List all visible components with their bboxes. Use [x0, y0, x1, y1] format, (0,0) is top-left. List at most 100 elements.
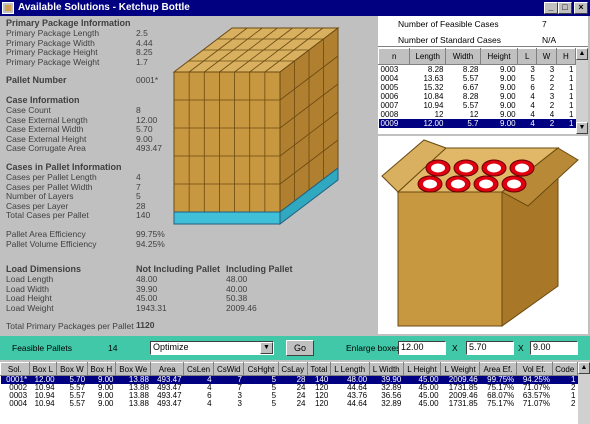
- cases-grid-cell: 9.00: [500, 101, 516, 110]
- x-separator-2: X: [518, 343, 524, 353]
- app-icon[interactable]: [2, 2, 14, 14]
- enlarge-height-input[interactable]: 9.00: [530, 341, 578, 355]
- cases-grid-cell: 10.84: [423, 92, 444, 101]
- solutions-column-header[interactable]: CsLay: [277, 362, 308, 376]
- cases-grid-cell: 1: [569, 83, 574, 92]
- solutions-column-header[interactable]: Vol Ef.: [515, 362, 553, 376]
- case-info-label: Case Corrugate Area: [6, 143, 86, 153]
- minimize-button[interactable]: _: [544, 2, 558, 14]
- main-window: Available Solutions - Ketchup Bottle _ □…: [0, 0, 590, 424]
- case-illustration: [378, 136, 588, 334]
- load-dimension-label: Load Weight: [6, 302, 54, 313]
- solutions-column-header[interactable]: Box W: [56, 362, 88, 376]
- solutions-column-header[interactable]: Code: [551, 362, 578, 376]
- cases-grid-cell: 8.28: [462, 92, 479, 101]
- cases-grid-cell: 9.00: [500, 83, 516, 92]
- bottle-cap: [487, 163, 501, 173]
- solutions-column-header[interactable]: CsWid: [213, 362, 245, 376]
- cases-grid-cell: 5: [530, 74, 535, 83]
- feasible-cases-value: 7: [542, 19, 547, 29]
- optimize-dropdown[interactable]: Optimize ▼: [150, 341, 274, 355]
- load-dimension-label: Load Height: [6, 293, 52, 303]
- solutions-cell: 71.07%: [522, 399, 550, 408]
- solutions-column-header[interactable]: Area Ef.: [479, 362, 517, 376]
- cases-column-header[interactable]: Height: [479, 48, 519, 65]
- case-info-label: Case Count: [6, 105, 51, 115]
- cases-grid-cell: 0007: [380, 101, 399, 110]
- solutions-row[interactable]: 0004 10.94 5.57 9.00 13.88 493.47 4 3 5 24 120 44.6…: [1, 400, 578, 408]
- pallet-efficiency-value: 99.75%: [136, 229, 165, 239]
- case-summary: Number of Feasible Cases 7 Number of Sta…: [378, 16, 588, 47]
- cases-column-header[interactable]: Width: [444, 48, 481, 65]
- cases-column-header[interactable]: Length: [409, 48, 446, 65]
- solutions-column-header[interactable]: Box We: [115, 362, 152, 376]
- scroll-up-button[interactable]: ▲: [576, 48, 588, 60]
- pallet-efficiency-value: 94.25%: [136, 238, 165, 249]
- cases-grid-row[interactable]: 0006 10.84 8.28 9.00 4 3 1: [379, 92, 576, 101]
- solutions-column-header[interactable]: L Width: [368, 362, 404, 376]
- solutions-column-header[interactable]: Sol.: [0, 362, 30, 376]
- solutions-column-header[interactable]: Area: [150, 362, 185, 376]
- cases-grid-cell: 0005: [380, 83, 399, 92]
- bottle-cap: [515, 163, 529, 173]
- cases-grid-cell: 9.00: [500, 119, 516, 128]
- solutions-column-header[interactable]: Box L: [28, 362, 58, 376]
- cases-grid-row[interactable]: 0008 12 12 9.00 4 4 1: [379, 110, 576, 119]
- total-primary-label: Total Primary Packages per Pallet: [6, 321, 134, 331]
- enlarge-width-input[interactable]: 5.70: [466, 341, 514, 355]
- go-button[interactable]: Go: [286, 340, 314, 356]
- cases-grid-row[interactable]: 0007 10.94 5.57 9.00 4 2 1: [379, 101, 576, 110]
- cases-column-header[interactable]: H: [555, 48, 576, 65]
- enlarge-length-input[interactable]: 12.00: [398, 341, 446, 355]
- solutions-cell: 4: [207, 399, 212, 408]
- cases-grid[interactable]: n Length Width Height L W H 0003 8.28 8.28 9.00 3 3 1…: [378, 48, 576, 134]
- scroll-down-button[interactable]: ▼: [576, 122, 588, 134]
- solutions-column-header[interactable]: CsLen: [183, 362, 215, 376]
- primary-package-value: 8.25: [136, 47, 153, 57]
- primary-package-value: 1.7: [136, 56, 148, 67]
- solutions-cell: 10.94: [34, 399, 55, 408]
- cases-in-pallet-label: Number of Layers: [6, 191, 74, 201]
- cases-grid-cell: 4: [530, 119, 535, 128]
- x-separator-1: X: [452, 343, 458, 353]
- cases-scrollbar[interactable]: ▲ ▼: [576, 48, 588, 134]
- maximize-button[interactable]: □: [558, 2, 572, 14]
- cases-column-header[interactable]: n: [378, 48, 411, 65]
- cases-grid-row[interactable]: 0009 12.00 5.7 9.00 4 2 1: [378, 119, 576, 128]
- cases-grid-row[interactable]: 0005 15.32 6.67 9.00 6 2 1: [379, 83, 576, 92]
- window-title: Available Solutions - Ketchup Bottle: [18, 2, 190, 13]
- solutions-column-header[interactable]: L Weight: [440, 362, 481, 376]
- cases-grid-header: n Length Width Height L W H: [378, 48, 576, 65]
- cases-column-header[interactable]: L: [517, 48, 538, 65]
- solutions-cell: 493.47: [157, 399, 182, 408]
- solutions-column-header[interactable]: L Length: [329, 362, 370, 376]
- solutions-column-header[interactable]: Box H: [86, 362, 117, 376]
- cases-grid-cell: 4: [530, 92, 535, 101]
- solutions-cell: 45.00: [418, 399, 439, 408]
- feasible-pallets-value: 14: [108, 343, 118, 353]
- bottle-cap: [431, 163, 445, 173]
- cases-grid-row[interactable]: 0003 8.28 8.28 9.00 3 3 1: [379, 65, 576, 75]
- cases-grid-cell: 12: [469, 110, 479, 119]
- solutions-cell: 3: [237, 399, 242, 408]
- load-including-value: 2009.46: [226, 302, 257, 313]
- solutions-scroll-up[interactable]: ▲: [578, 362, 590, 374]
- feasible-pallets-label: Feasible Pallets: [12, 343, 73, 353]
- solutions-column-header[interactable]: CsHght: [243, 362, 279, 376]
- chevron-down-icon[interactable]: ▼: [260, 342, 273, 354]
- including-pallet-header: Including Pallet: [226, 264, 293, 274]
- feasible-cases-panel: Number of Feasible Cases 7 Number of Sta…: [378, 16, 588, 134]
- cases-grid-cell: 9.00: [500, 65, 516, 74]
- solutions-column-header[interactable]: L Height: [402, 362, 442, 376]
- cases-column-header[interactable]: W: [536, 48, 557, 65]
- title-bar[interactable]: Available Solutions - Ketchup Bottle _ □…: [0, 0, 590, 16]
- primary-package-header: Primary Package Information: [6, 18, 131, 28]
- solutions-scrollbar[interactable]: ▲: [578, 362, 590, 424]
- load-dimension-label: Load Length: [6, 274, 54, 284]
- solutions-column-header[interactable]: Total: [306, 362, 331, 376]
- close-button[interactable]: ×: [574, 2, 588, 14]
- solutions-table[interactable]: Sol. Box L Box W Box H Box We Area CsLen CsWid C…: [0, 362, 590, 424]
- solutions-cell: 13.88: [128, 399, 149, 408]
- cases-grid-row[interactable]: 0004 13.63 5.57 9.00 5 2 1: [379, 74, 576, 83]
- cases-grid-cell: 8.28: [462, 65, 479, 74]
